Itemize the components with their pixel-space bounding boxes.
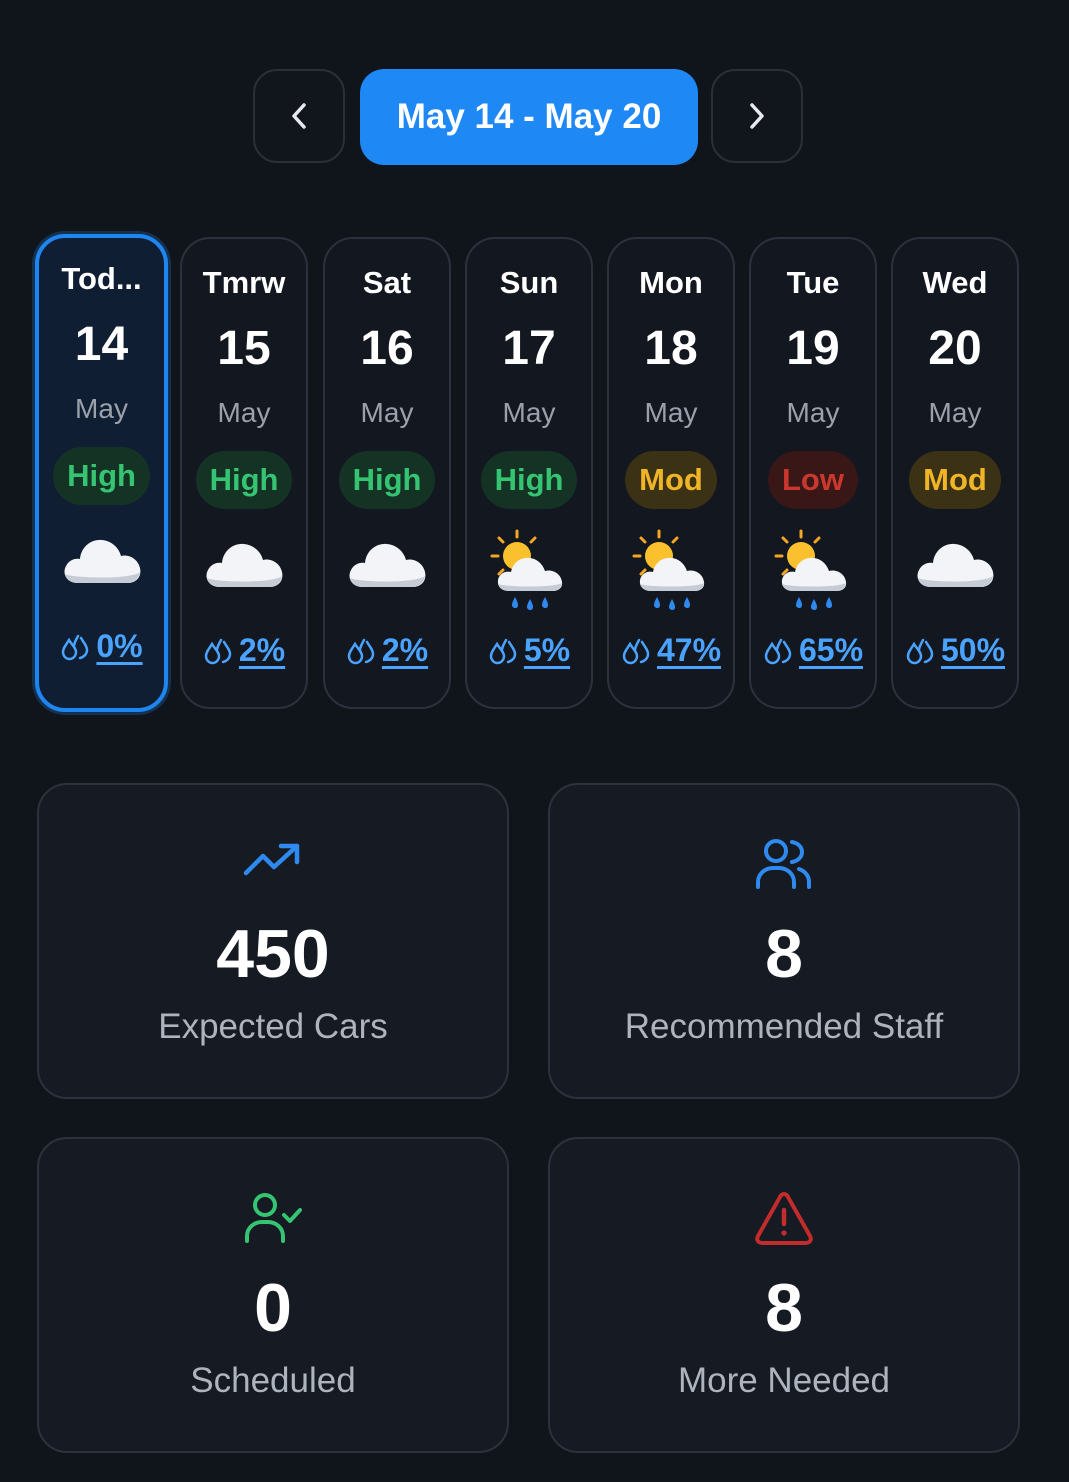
week-navigation: May 14 - May 20 xyxy=(0,69,1069,165)
stat-card-scheduled: 0 Scheduled xyxy=(37,1137,509,1453)
day-card-today[interactable]: Tod... 14 May High 0% xyxy=(35,234,168,712)
droplets-icon xyxy=(62,634,89,660)
day-card-sat[interactable]: Sat 16 May High 2% xyxy=(323,237,451,709)
precipitation: 0% xyxy=(39,628,164,665)
day-date: 17 xyxy=(502,322,556,375)
precipitation: 47% xyxy=(609,632,733,669)
day-card-wed[interactable]: Wed 20 May Mod 50% xyxy=(891,237,1019,709)
precipitation-percent: 2% xyxy=(381,632,429,668)
demand-level-badge: High xyxy=(338,451,436,509)
stat-value: 0 xyxy=(254,1270,292,1346)
cloud-icon xyxy=(893,529,1017,609)
sun-behind-rain-cloud-icon xyxy=(467,529,591,610)
droplets-icon xyxy=(347,638,375,664)
day-month: May xyxy=(217,397,271,428)
stat-card-expected-cars: 450 Expected Cars xyxy=(37,783,509,1099)
day-selector: Tod... 14 May High 0% Tmrw 15 May High 2… xyxy=(0,234,1069,712)
alert-triangle-icon xyxy=(755,1192,813,1245)
droplets-icon xyxy=(204,638,232,664)
stat-label: Expected Cars xyxy=(158,1007,388,1046)
droplets-icon xyxy=(489,638,517,664)
day-card-sun[interactable]: Sun 17 May High 5% xyxy=(465,237,593,709)
day-name: Sat xyxy=(362,265,412,300)
day-name: Mon xyxy=(639,265,703,300)
day-month: May xyxy=(928,397,982,428)
precipitation: 2% xyxy=(182,632,306,669)
day-name: Tue xyxy=(786,265,840,300)
day-date: 19 xyxy=(786,322,840,375)
trending-up-icon xyxy=(243,843,300,876)
sun-behind-rain-cloud-icon xyxy=(609,529,733,610)
precipitation: 65% xyxy=(751,632,875,669)
droplets-icon xyxy=(622,638,650,664)
day-name: Sun xyxy=(499,265,559,300)
stat-value: 8 xyxy=(765,1270,803,1346)
precipitation-percent: 2% xyxy=(238,632,286,668)
day-month: May xyxy=(360,397,414,428)
day-date: 18 xyxy=(644,322,698,375)
day-date: 14 xyxy=(74,318,129,371)
day-month: May xyxy=(75,393,128,424)
day-card-tue[interactable]: Tue 19 May Low 65% xyxy=(749,237,877,709)
demand-level-badge: High xyxy=(195,451,293,509)
cloud-icon xyxy=(182,529,306,609)
day-month: May xyxy=(786,397,840,428)
day-month: May xyxy=(644,397,698,428)
demand-level-badge: High xyxy=(53,447,150,505)
day-name: Tod... xyxy=(61,261,142,296)
precipitation: 2% xyxy=(325,632,449,669)
user-check-icon xyxy=(245,1193,302,1243)
next-week-button[interactable] xyxy=(711,69,803,163)
day-card-tomorrow[interactable]: Tmrw 15 May High 2% xyxy=(180,237,308,709)
stat-card-recommended-staff: 8 Recommended Staff xyxy=(548,783,1020,1099)
stat-card-more-needed: 8 More Needed xyxy=(548,1137,1020,1453)
day-name: Wed xyxy=(922,265,988,300)
day-month: May xyxy=(502,397,556,428)
precipitation-percent: 50% xyxy=(940,632,1006,668)
precipitation-percent: 65% xyxy=(798,632,864,668)
precipitation: 50% xyxy=(893,632,1017,669)
stat-label: Scheduled xyxy=(190,1361,356,1400)
day-name: Tmrw xyxy=(202,265,286,300)
demand-level-badge: Mod xyxy=(625,451,717,509)
week-range-button[interactable]: May 14 - May 20 xyxy=(360,69,698,165)
demand-level-badge: High xyxy=(480,451,578,509)
day-card-mon[interactable]: Mon 18 May Mod 47% xyxy=(607,237,735,709)
chevron-left-icon xyxy=(292,103,306,129)
precipitation: 5% xyxy=(467,632,591,669)
stat-label: Recommended Staff xyxy=(624,1007,944,1046)
stat-value: 8 xyxy=(765,916,803,992)
droplets-icon xyxy=(906,638,934,664)
cloud-icon xyxy=(39,525,164,605)
day-date: 15 xyxy=(217,322,271,375)
cloud-icon xyxy=(325,529,449,609)
stat-value: 450 xyxy=(216,916,330,992)
previous-week-button[interactable] xyxy=(253,69,345,163)
precipitation-percent: 0% xyxy=(96,628,143,664)
day-date: 16 xyxy=(360,322,414,375)
demand-level-badge: Low xyxy=(768,451,858,509)
sun-behind-rain-cloud-icon xyxy=(751,529,875,610)
week-range-label: May 14 - May 20 xyxy=(396,97,662,136)
users-icon xyxy=(756,839,811,889)
chevron-right-icon xyxy=(750,103,764,129)
droplets-icon xyxy=(764,638,792,664)
precipitation-percent: 5% xyxy=(523,632,571,668)
demand-level-badge: Mod xyxy=(909,451,1001,509)
precipitation-percent: 47% xyxy=(656,632,722,668)
stat-label: More Needed xyxy=(677,1361,891,1400)
day-date: 20 xyxy=(928,322,982,375)
